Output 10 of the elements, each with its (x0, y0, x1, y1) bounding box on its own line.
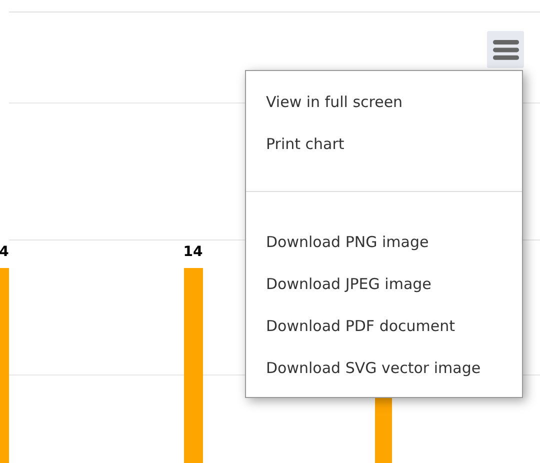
data-label: 4 (0, 244, 9, 260)
menu-item[interactable]: Download JPEG image (246, 263, 452, 305)
menu-item[interactable]: Download PNG image (246, 221, 449, 263)
menu-item[interactable]: Download SVG vector image (246, 347, 501, 389)
menu-item[interactable]: View in full screen (246, 81, 423, 123)
data-label: 14 (183, 244, 203, 260)
menu-button[interactable] (487, 31, 524, 68)
menu-icon (492, 38, 520, 60)
menu-item[interactable]: Download PDF document (246, 305, 476, 347)
menu-item[interactable]: Print chart (246, 123, 364, 165)
